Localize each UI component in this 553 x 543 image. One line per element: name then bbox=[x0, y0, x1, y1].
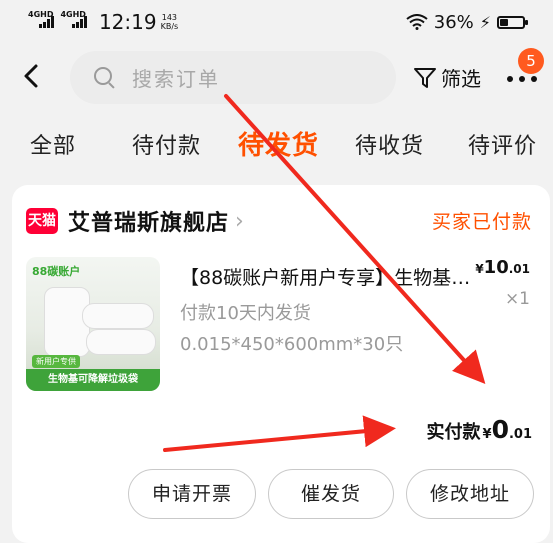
tab-pending-payment[interactable]: 待付款 bbox=[132, 128, 201, 160]
product-title[interactable]: 【88碳账户新用户专享】生物基可降解垃圾袋 bbox=[180, 263, 482, 290]
order-card: 天猫 艾普瑞斯旗舰店 › 买家已付款 88碳账户 新用户专供 生物基可降解垃圾袋… bbox=[12, 185, 550, 543]
tab-pending-receipt[interactable]: 待收货 bbox=[355, 128, 424, 160]
filter-button[interactable]: 筛选 bbox=[413, 63, 481, 92]
shop-link[interactable]: 天猫 艾普瑞斯旗舰店 › bbox=[26, 205, 244, 237]
battery-fill bbox=[500, 18, 508, 26]
tab-pending-review[interactable]: 待评价 bbox=[468, 128, 537, 160]
tmall-logo: 天猫 bbox=[26, 208, 58, 234]
shipping-note: 付款10天内发货 bbox=[180, 303, 311, 324]
notification-badge: 5 bbox=[518, 48, 544, 74]
more-dots-icon bbox=[507, 76, 513, 82]
tab-pending-shipment[interactable]: 待发货 bbox=[238, 125, 319, 162]
urge-shipment-button[interactable]: 催发货 bbox=[268, 469, 394, 519]
product-image-banner: 生物基可降解垃圾袋 bbox=[26, 369, 160, 391]
order-tabs: 全部 待付款 待发货 待收货 待评价 bbox=[0, 120, 553, 170]
filter-icon bbox=[414, 67, 436, 88]
chevron-right-icon: › bbox=[235, 208, 244, 234]
product-image[interactable]: 88碳账户 新用户专供 生物基可降解垃圾袋 bbox=[26, 257, 160, 391]
network-speed: 143 KB/s bbox=[161, 13, 179, 31]
chevron-left-icon bbox=[24, 64, 38, 88]
battery-percent: 36% bbox=[433, 11, 474, 33]
search-input[interactable]: 搜索订单 bbox=[70, 51, 396, 104]
search-icon bbox=[94, 66, 116, 89]
request-invoice-button[interactable]: 申请开票 bbox=[128, 469, 256, 519]
order-status: 买家已付款 bbox=[431, 211, 532, 233]
back-button[interactable] bbox=[22, 62, 52, 92]
network-speed-unit: KB/s bbox=[160, 22, 179, 31]
battery-icon bbox=[497, 15, 528, 29]
shop-name: 艾普瑞斯旗舰店 bbox=[68, 211, 230, 236]
network-type-2: 4GHD bbox=[60, 10, 86, 19]
change-address-button[interactable]: 修改地址 bbox=[406, 469, 534, 519]
tab-all[interactable]: 全部 bbox=[30, 128, 76, 160]
product-image-brand: 88碳账户 bbox=[32, 265, 81, 278]
product-quantity: ×1 bbox=[504, 289, 530, 309]
wifi-icon bbox=[406, 14, 428, 30]
signal-icon: 4GHD bbox=[28, 10, 55, 28]
signal-icon-2: 4GHD bbox=[60, 10, 87, 28]
network-speed-value: 143 bbox=[161, 13, 178, 22]
search-placeholder: 搜索订单 bbox=[132, 67, 220, 91]
paid-label: 实付款 bbox=[426, 422, 481, 443]
product-spec: 0.015*450*600mm*30只 bbox=[180, 334, 404, 355]
charging-icon: ⚡ bbox=[479, 12, 491, 32]
header: 搜索订单 筛选 bbox=[0, 44, 553, 114]
product-image-tag: 新用户专供 bbox=[32, 355, 80, 368]
status-bar: 4GHD 4GHD 12:19 143 KB/s 36% ⚡ bbox=[0, 0, 553, 44]
clock: 12:19 bbox=[98, 10, 157, 34]
filter-label: 筛选 bbox=[441, 67, 481, 91]
product-price: ¥10.01 bbox=[475, 257, 530, 278]
paid-amount: 实付款 ¥ 0 .01 bbox=[426, 415, 532, 444]
network-type-1: 4GHD bbox=[28, 10, 54, 19]
